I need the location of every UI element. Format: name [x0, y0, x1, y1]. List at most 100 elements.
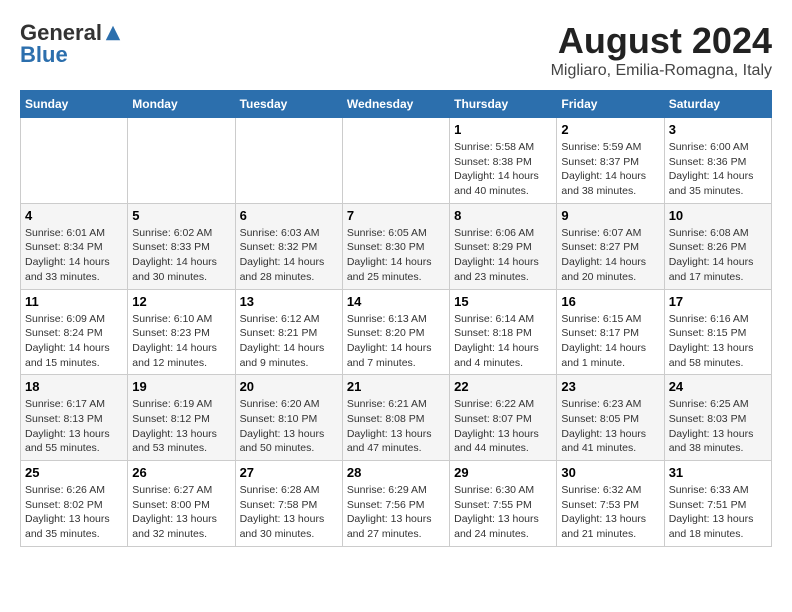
day-info: Sunrise: 6:06 AMSunset: 8:29 PMDaylight:…: [454, 226, 552, 285]
weekday-header-saturday: Saturday: [664, 91, 771, 118]
day-info: Sunrise: 6:03 AMSunset: 8:32 PMDaylight:…: [240, 226, 338, 285]
calendar-cell: 16 Sunrise: 6:15 AMSunset: 8:17 PMDayligh…: [557, 289, 664, 375]
calendar-cell: 17 Sunrise: 6:16 AMSunset: 8:15 PMDayligh…: [664, 289, 771, 375]
calendar-week-3: 11Sunrise: 6:09 AMSunset: 8:24 PMDayligh…: [21, 289, 772, 375]
day-number: 25: [25, 465, 123, 480]
day-number: 18: [25, 379, 123, 394]
day-number: 7: [347, 208, 445, 223]
day-number: 30: [561, 465, 659, 480]
day-info: Sunrise: 6:21 AMSunset: 8:08 PMDaylight:…: [347, 397, 445, 456]
day-info: Sunrise: 6:32 AMSunset: 7:53 PMDaylight:…: [561, 483, 659, 542]
day-info: Sunrise: 6:02 AMSunset: 8:33 PMDaylight:…: [132, 226, 230, 285]
day-number: 27: [240, 465, 338, 480]
calendar-cell: 8 Sunrise: 6:06 AMSunset: 8:29 PMDaylight…: [450, 203, 557, 289]
day-info: Sunrise: 6:25 AMSunset: 8:03 PMDaylight:…: [669, 397, 767, 456]
calendar-cell: 12Sunrise: 6:10 AMSunset: 8:23 PMDayligh…: [128, 289, 235, 375]
day-info: Sunrise: 6:26 AMSunset: 8:02 PMDaylight:…: [25, 483, 123, 542]
day-info: Sunrise: 5:58 AMSunset: 8:38 PMDaylight:…: [454, 140, 552, 199]
day-number: 8: [454, 208, 552, 223]
day-number: 5: [132, 208, 230, 223]
day-info: Sunrise: 6:07 AMSunset: 8:27 PMDaylight:…: [561, 226, 659, 285]
day-number: 19: [132, 379, 230, 394]
day-number: 31: [669, 465, 767, 480]
calendar-cell: 21 Sunrise: 6:21 AMSunset: 8:08 PMDayligh…: [342, 375, 449, 461]
day-number: 29: [454, 465, 552, 480]
day-number: 3: [669, 122, 767, 137]
calendar-cell: 20 Sunrise: 6:20 AMSunset: 8:10 PMDayligh…: [235, 375, 342, 461]
day-number: 14: [347, 294, 445, 309]
calendar-cell: [21, 118, 128, 204]
weekday-header-wednesday: Wednesday: [342, 91, 449, 118]
day-number: 28: [347, 465, 445, 480]
day-info: Sunrise: 6:17 AMSunset: 8:13 PMDaylight:…: [25, 397, 123, 456]
calendar-cell: 25 Sunrise: 6:26 AMSunset: 8:02 PMDayligh…: [21, 461, 128, 547]
day-number: 16: [561, 294, 659, 309]
calendar-table: SundayMondayTuesdayWednesdayThursdayFrid…: [20, 90, 772, 547]
day-number: 20: [240, 379, 338, 394]
title-section: August 2024 Migliaro, Emilia-Romagna, It…: [551, 20, 772, 80]
calendar-cell: 4Sunrise: 6:01 AMSunset: 8:34 PMDaylight…: [21, 203, 128, 289]
day-info: Sunrise: 6:00 AMSunset: 8:36 PMDaylight:…: [669, 140, 767, 199]
day-info: Sunrise: 6:12 AMSunset: 8:21 PMDaylight:…: [240, 312, 338, 371]
calendar-cell: [128, 118, 235, 204]
day-number: 2: [561, 122, 659, 137]
calendar-week-2: 4Sunrise: 6:01 AMSunset: 8:34 PMDaylight…: [21, 203, 772, 289]
main-title: August 2024: [551, 20, 772, 62]
day-number: 21: [347, 379, 445, 394]
day-info: Sunrise: 6:20 AMSunset: 8:10 PMDaylight:…: [240, 397, 338, 456]
subtitle: Migliaro, Emilia-Romagna, Italy: [551, 62, 772, 80]
day-number: 26: [132, 465, 230, 480]
weekday-header-monday: Monday: [128, 91, 235, 118]
calendar-cell: 11Sunrise: 6:09 AMSunset: 8:24 PMDayligh…: [21, 289, 128, 375]
day-info: Sunrise: 6:27 AMSunset: 8:00 PMDaylight:…: [132, 483, 230, 542]
day-number: 17: [669, 294, 767, 309]
day-info: Sunrise: 6:28 AMSunset: 7:58 PMDaylight:…: [240, 483, 338, 542]
calendar-cell: 24 Sunrise: 6:25 AMSunset: 8:03 PMDayligh…: [664, 375, 771, 461]
day-info: Sunrise: 6:08 AMSunset: 8:26 PMDaylight:…: [669, 226, 767, 285]
calendar-cell: 19 Sunrise: 6:19 AMSunset: 8:12 PMDayligh…: [128, 375, 235, 461]
calendar-cell: 15Sunrise: 6:14 AMSunset: 8:18 PMDayligh…: [450, 289, 557, 375]
day-number: 24: [669, 379, 767, 394]
day-info: Sunrise: 6:16 AMSunset: 8:15 PMDaylight:…: [669, 312, 767, 371]
day-info: Sunrise: 6:29 AMSunset: 7:56 PMDaylight:…: [347, 483, 445, 542]
day-number: 23: [561, 379, 659, 394]
page-header: General Blue August 2024 Migliaro, Emili…: [20, 20, 772, 80]
weekday-header-row: SundayMondayTuesdayWednesdayThursdayFrid…: [21, 91, 772, 118]
day-info: Sunrise: 6:23 AMSunset: 8:05 PMDaylight:…: [561, 397, 659, 456]
day-number: 13: [240, 294, 338, 309]
day-number: 9: [561, 208, 659, 223]
calendar-week-4: 18 Sunrise: 6:17 AMSunset: 8:13 PMDayligh…: [21, 375, 772, 461]
day-number: 12: [132, 294, 230, 309]
calendar-cell: 10 Sunrise: 6:08 AMSunset: 8:26 PMDayligh…: [664, 203, 771, 289]
calendar-cell: 14 Sunrise: 6:13 AMSunset: 8:20 PMDayligh…: [342, 289, 449, 375]
day-info: Sunrise: 6:13 AMSunset: 8:20 PMDaylight:…: [347, 312, 445, 371]
logo-icon: [104, 24, 122, 42]
calendar-cell: 2Sunrise: 5:59 AMSunset: 8:37 PMDaylight…: [557, 118, 664, 204]
calendar-cell: 3 Sunrise: 6:00 AMSunset: 8:36 PMDaylight…: [664, 118, 771, 204]
calendar-cell: 13 Sunrise: 6:12 AMSunset: 8:21 PMDayligh…: [235, 289, 342, 375]
day-number: 1: [454, 122, 552, 137]
calendar-cell: 28 Sunrise: 6:29 AMSunset: 7:56 PMDayligh…: [342, 461, 449, 547]
calendar-week-5: 25 Sunrise: 6:26 AMSunset: 8:02 PMDayligh…: [21, 461, 772, 547]
day-info: Sunrise: 6:22 AMSunset: 8:07 PMDaylight:…: [454, 397, 552, 456]
calendar-week-1: 1 Sunrise: 5:58 AMSunset: 8:38 PMDaylight…: [21, 118, 772, 204]
calendar-cell: 6 Sunrise: 6:03 AMSunset: 8:32 PMDaylight…: [235, 203, 342, 289]
calendar-cell: 7 Sunrise: 6:05 AMSunset: 8:30 PMDaylight…: [342, 203, 449, 289]
day-info: Sunrise: 6:19 AMSunset: 8:12 PMDaylight:…: [132, 397, 230, 456]
calendar-cell: 26 Sunrise: 6:27 AMSunset: 8:00 PMDayligh…: [128, 461, 235, 547]
day-number: 10: [669, 208, 767, 223]
day-number: 6: [240, 208, 338, 223]
weekday-header-sunday: Sunday: [21, 91, 128, 118]
day-info: Sunrise: 6:30 AMSunset: 7:55 PMDaylight:…: [454, 483, 552, 542]
day-number: 4: [25, 208, 123, 223]
calendar-cell: 30 Sunrise: 6:32 AMSunset: 7:53 PMDayligh…: [557, 461, 664, 547]
calendar-cell: 18 Sunrise: 6:17 AMSunset: 8:13 PMDayligh…: [21, 375, 128, 461]
day-info: Sunrise: 6:15 AMSunset: 8:17 PMDaylight:…: [561, 312, 659, 371]
day-info: Sunrise: 6:05 AMSunset: 8:30 PMDaylight:…: [347, 226, 445, 285]
day-number: 22: [454, 379, 552, 394]
calendar-cell: 9 Sunrise: 6:07 AMSunset: 8:27 PMDaylight…: [557, 203, 664, 289]
day-number: 11: [25, 294, 123, 309]
calendar-cell: 31Sunrise: 6:33 AMSunset: 7:51 PMDayligh…: [664, 461, 771, 547]
calendar-cell: 27 Sunrise: 6:28 AMSunset: 7:58 PMDayligh…: [235, 461, 342, 547]
calendar-cell: 1 Sunrise: 5:58 AMSunset: 8:38 PMDaylight…: [450, 118, 557, 204]
